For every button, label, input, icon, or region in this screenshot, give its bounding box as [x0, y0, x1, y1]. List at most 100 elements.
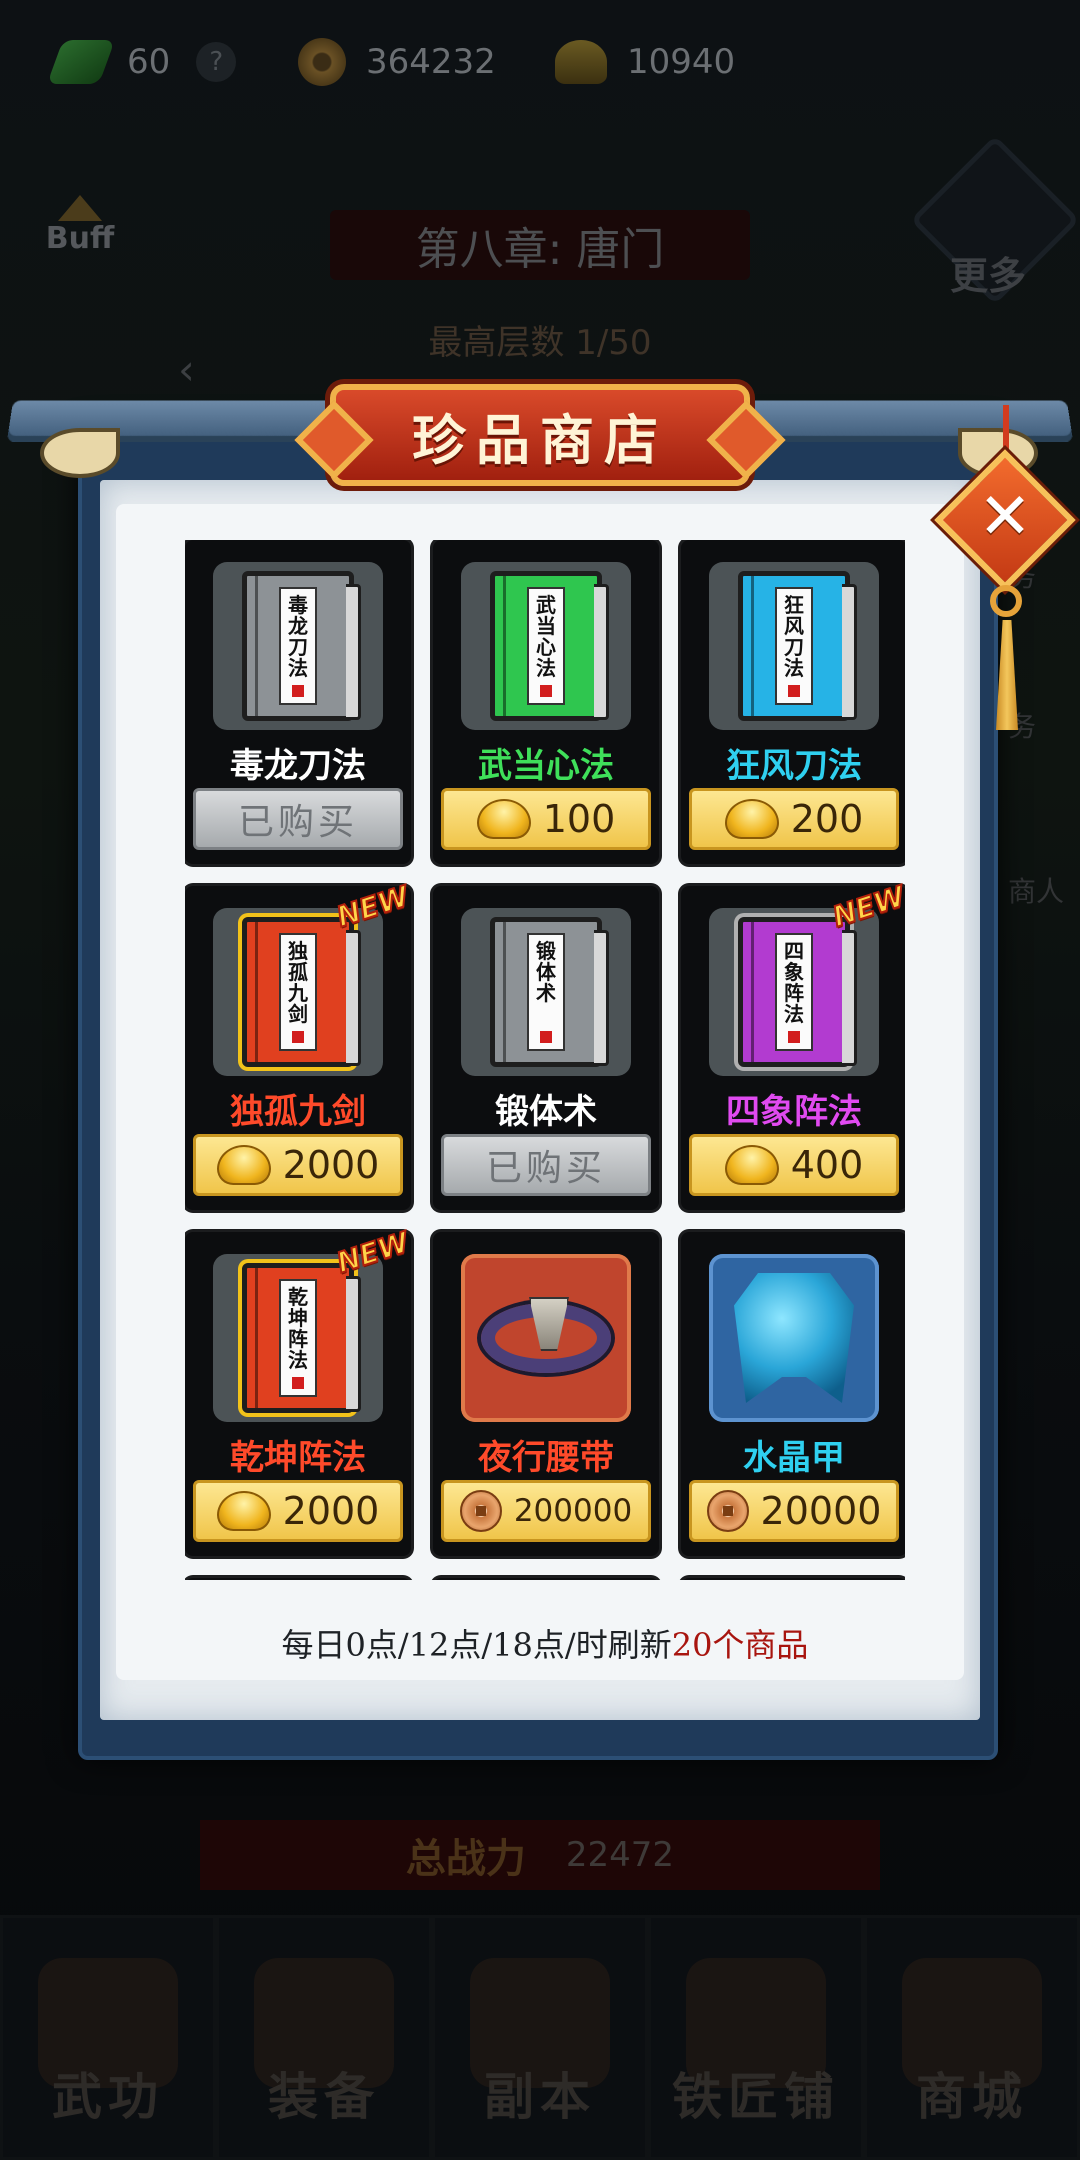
book-title-label: 锻体术	[527, 933, 565, 1051]
shop-item-card[interactable]: 水晶甲 20000	[681, 1232, 905, 1556]
nav-label: 商城	[916, 2068, 1028, 2126]
item-name: 毒龙刀法	[230, 746, 366, 786]
shop-item-card-partial[interactable]	[185, 1578, 411, 1580]
refresh-text: 每日0点/12点/18点/时刷新	[281, 1626, 672, 1664]
item-name: 狂风刀法	[726, 746, 862, 786]
item-name: 锻体术	[495, 1092, 597, 1132]
manual-book-icon: 乾坤阵法	[242, 1263, 361, 1413]
side-merchant-label: 商人	[1008, 875, 1065, 908]
shop-item-card[interactable]: 乾坤阵法 NEW 乾坤阵法 2000	[185, 1224, 413, 1556]
nav-blacksmith[interactable]: 铁匠铺	[648, 1915, 864, 2160]
book-title-char: 乾	[288, 1285, 308, 1309]
book-title-char: 阵	[288, 1327, 308, 1351]
gold-ingot-icon	[476, 799, 531, 839]
ingot-resource: 10940	[555, 34, 735, 90]
nav-mall[interactable]: 商城	[864, 1915, 1080, 2160]
buy-button[interactable]: 20000	[689, 1480, 899, 1542]
book-title-char: 当	[536, 614, 556, 638]
item-icon-frame: 独孤九剑	[213, 908, 383, 1076]
manual-book-icon: 锻体术	[490, 917, 609, 1067]
book-title-char: 体	[536, 960, 556, 984]
nav-martial-arts[interactable]: 武功	[0, 1915, 216, 2160]
book-title-char: 剑	[288, 1002, 308, 1026]
item-icon-frame: 武当心法	[461, 562, 631, 730]
item-price: 200	[790, 797, 864, 841]
book-title-label: 武当心法	[527, 587, 565, 705]
shop-item-grid: 毒龙刀法毒龙刀法 已购买武当心法武当心法 100 狂风刀法狂风刀法 200 独孤九剑 NEW…	[185, 540, 905, 1580]
item-icon-frame: 锻体术	[461, 908, 631, 1076]
seal-stamp-icon	[540, 1031, 552, 1043]
scroll-curl-left	[40, 428, 120, 478]
gold-ingot-icon	[724, 799, 779, 839]
bought-button: 已购买	[441, 1134, 651, 1196]
book-title-char: 锻	[536, 939, 556, 963]
item-name: 四象阵法	[726, 1092, 862, 1132]
chevron-left-icon[interactable]: ‹	[178, 345, 195, 394]
book-title-char: 术	[536, 981, 556, 1005]
buy-button[interactable]: 2000	[193, 1480, 403, 1542]
shop-item-card[interactable]: 独孤九剑 NEW 独孤九剑 2000	[185, 878, 413, 1210]
crystal-armor-icon	[734, 1273, 854, 1403]
help-icon[interactable]: ?	[196, 42, 237, 82]
buy-button[interactable]: 400	[689, 1134, 899, 1196]
manual-book-icon: 四象阵法	[738, 917, 857, 1067]
total-power-value: 22472	[565, 1835, 675, 1875]
item-icon-frame	[461, 1254, 631, 1422]
coin-value: 364232	[366, 42, 496, 82]
shop-item-card[interactable]: 夜行腰带 200000	[433, 1232, 659, 1556]
ingot-value: 10940	[627, 42, 736, 82]
item-icon-frame: 狂风刀法	[709, 562, 879, 730]
book-title-char: 孤	[288, 960, 308, 984]
shop-item-card[interactable]: 狂风刀法狂风刀法 200	[681, 540, 905, 864]
book-title-char: 法	[784, 1002, 804, 1026]
item-icon-frame	[709, 1254, 879, 1422]
shop-item-card-partial[interactable]	[681, 1578, 905, 1580]
book-title-char: 阵	[784, 981, 804, 1005]
nav-dungeon[interactable]: 副本	[432, 1915, 648, 2160]
book-title-char: 刀	[784, 635, 804, 659]
shop-item-card-partial[interactable]	[433, 1578, 659, 1580]
nav-label: 武功	[52, 2068, 164, 2126]
manual-book-icon: 毒龙刀法	[242, 571, 361, 721]
buff-label: Buff	[45, 221, 115, 256]
gold-ingot-icon	[216, 1145, 271, 1185]
floor-progress: 最高层数 1/50	[428, 323, 652, 363]
shop-item-card[interactable]: 武当心法武当心法 100	[433, 540, 659, 864]
item-name: 乾坤阵法	[230, 1438, 366, 1478]
shop-item-card[interactable]: 四象阵法 NEW 四象阵法 400	[681, 878, 905, 1210]
stamina-value: 60	[127, 42, 171, 82]
tassel-knot-icon	[990, 585, 1022, 617]
nav-label: 铁匠铺	[672, 2068, 840, 2126]
buy-button[interactable]: 2000	[193, 1134, 403, 1196]
buy-button[interactable]: 200000	[441, 1480, 651, 1542]
book-title-char: 风	[784, 614, 804, 638]
buy-button[interactable]: 200	[689, 788, 899, 850]
book-title-char: 四	[784, 939, 804, 963]
nav-equipment[interactable]: 装备	[216, 1915, 432, 2160]
book-title-char: 毒	[288, 593, 308, 617]
shop-item-card[interactable]: 锻体术锻体术 已购买	[433, 886, 659, 1210]
buff-button[interactable]: Buff	[40, 195, 120, 285]
copper-coin-icon	[706, 1490, 749, 1532]
total-power-banner: 总战力 22472	[200, 1820, 880, 1890]
stamina-leaf-icon	[46, 40, 116, 84]
book-title-char: 狂	[784, 593, 804, 617]
buy-button[interactable]: 100	[441, 788, 651, 850]
book-title-char: 法	[784, 656, 804, 680]
seal-stamp-icon	[540, 685, 552, 697]
item-icon-frame: 乾坤阵法	[213, 1254, 383, 1422]
belt-buckle-icon	[529, 1297, 569, 1351]
item-icon-frame: 毒龙刀法	[213, 562, 383, 730]
gold-ingot-icon	[724, 1145, 779, 1185]
shop-item-card[interactable]: 毒龙刀法毒龙刀法 已购买	[185, 540, 411, 864]
book-title-label: 狂风刀法	[775, 587, 813, 705]
book-title-char: 独	[288, 939, 308, 963]
seal-stamp-icon	[292, 685, 304, 697]
copper-coin-icon	[298, 38, 346, 86]
item-price: 200000	[513, 1493, 633, 1529]
manual-book-icon: 武当心法	[490, 571, 609, 721]
manual-book-icon: 独孤九剑	[242, 917, 361, 1067]
item-name: 武当心法	[478, 746, 614, 786]
book-title-char: 武	[536, 593, 556, 617]
shop-title-plaque: 珍品商店	[330, 384, 750, 486]
